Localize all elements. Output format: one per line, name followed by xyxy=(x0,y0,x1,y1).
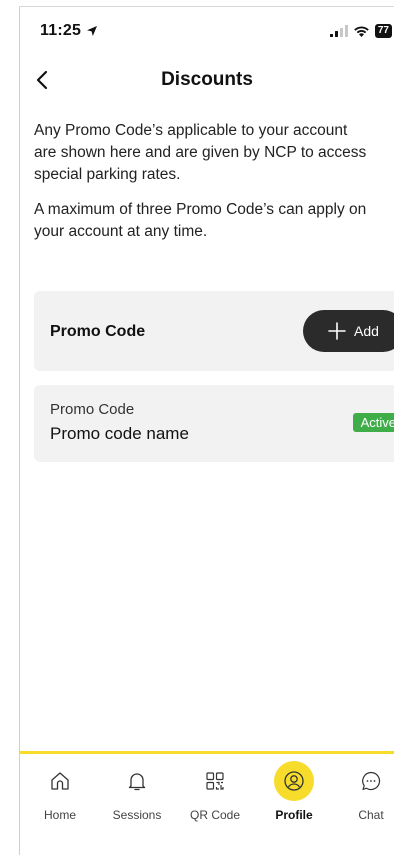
nav-item-chat[interactable]: Chat xyxy=(336,754,394,834)
status-time: 11:25 xyxy=(40,22,82,39)
profile-icon xyxy=(284,771,304,791)
add-button-label: Add xyxy=(354,323,379,339)
promo-code-add-card: Promo Code Add xyxy=(34,291,394,371)
intro-line: Any Promo Code’s applicable to your acco… xyxy=(34,122,348,139)
bottom-nav: Home Sessions QR Code Profile Chat xyxy=(20,751,394,855)
intro-line: A maximum of three Promo Code’s can appl… xyxy=(34,201,367,218)
bell-icon xyxy=(128,773,146,791)
chat-icon xyxy=(362,771,381,791)
status-badge: Active xyxy=(352,413,394,432)
intro-paragraph-1: Any Promo Code’s applicable to your acco… xyxy=(34,120,394,186)
page-title: Discounts xyxy=(161,69,253,90)
nav-item-home[interactable]: Home xyxy=(25,754,95,834)
add-promo-button[interactable]: Add xyxy=(303,310,394,352)
phone-screen: 11:25 77 Discounts Any Promo Code’s appl… xyxy=(20,7,394,855)
top-border xyxy=(19,0,394,7)
promo-item-subtitle: Promo Code xyxy=(50,401,135,418)
nav-label-chat: Chat xyxy=(358,808,384,822)
intro-line: special parking rates. xyxy=(34,166,181,183)
promo-code-label: Promo Code xyxy=(50,323,146,340)
intro-line: are shown here and are given by NCP to a… xyxy=(34,144,367,161)
nav-item-sessions[interactable]: Sessions xyxy=(102,754,172,834)
location-arrow-icon xyxy=(87,26,97,36)
plus-icon xyxy=(328,322,346,340)
profile-active-indicator xyxy=(274,761,314,801)
wifi-icon xyxy=(354,26,369,37)
intro-line: your account at any time. xyxy=(34,223,208,240)
status-icons: 77 xyxy=(329,24,392,38)
promo-item-name: Promo code name xyxy=(50,424,189,443)
nav-label-profile: Profile xyxy=(275,808,313,822)
status-bar: 11:25 77 xyxy=(20,7,394,51)
nav-item-profile[interactable]: Profile xyxy=(259,754,329,834)
nav-label-qr-code: QR Code xyxy=(189,808,241,822)
home-icon xyxy=(51,772,69,790)
left-border xyxy=(0,0,20,855)
battery-indicator: 77 xyxy=(374,24,392,38)
intro-paragraph-2: A maximum of three Promo Code’s can appl… xyxy=(34,199,394,243)
nav-item-qr-code[interactable]: QR Code xyxy=(180,754,250,834)
qr-code-icon xyxy=(206,772,224,790)
signal-icon xyxy=(329,25,348,37)
promo-code-item[interactable]: Promo Code Promo code name Active xyxy=(34,385,394,462)
nav-label-sessions: Sessions xyxy=(112,808,162,822)
nav-label-home: Home xyxy=(43,808,76,822)
